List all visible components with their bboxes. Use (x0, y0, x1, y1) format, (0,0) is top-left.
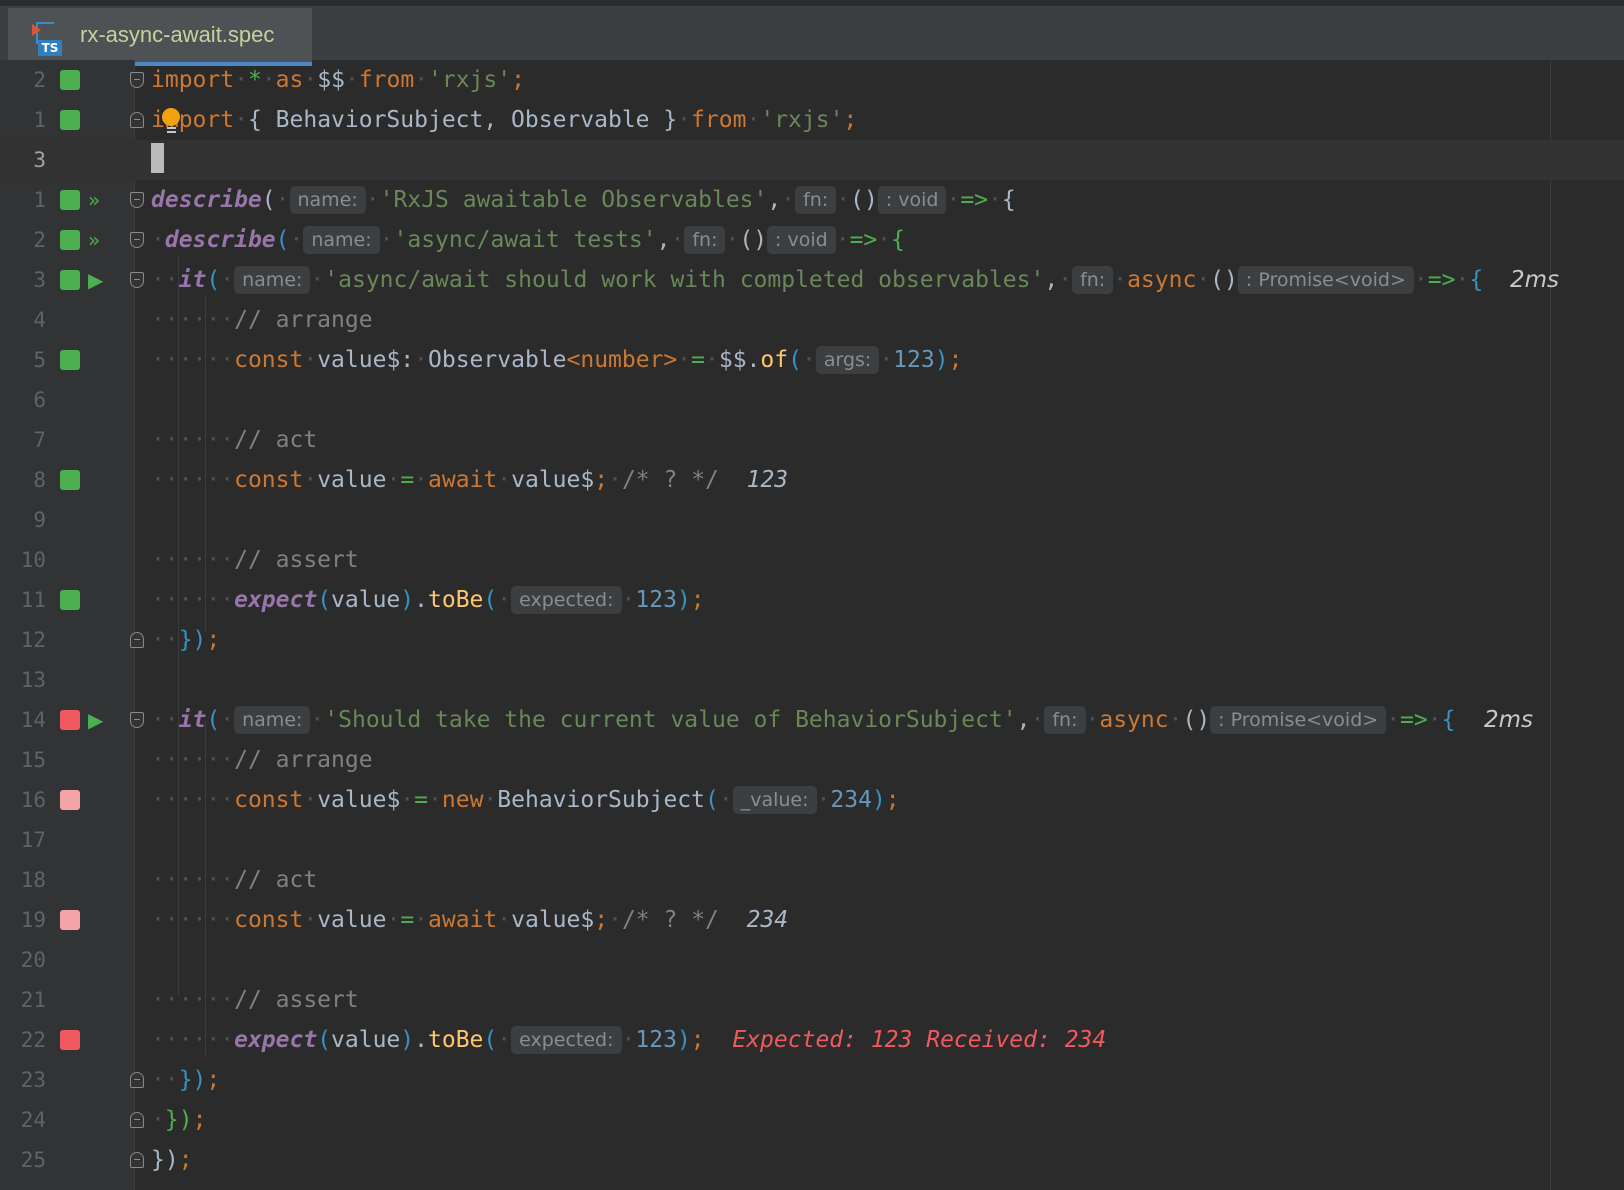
line-number: 17 (20, 828, 46, 852)
line-number: 4 (33, 308, 46, 332)
tab-rx-async-await-spec[interactable]: TS rx-async-await.spec (8, 8, 312, 62)
coverage-marker (60, 350, 80, 370)
fold-icon[interactable] (130, 1152, 144, 1168)
line-number: 5 (33, 348, 46, 372)
line-number: 10 (20, 548, 46, 572)
lightbulb-icon[interactable] (162, 108, 180, 133)
code-line: 7 ······// act (0, 420, 1624, 460)
code-line: 15 ······// arrange (0, 740, 1624, 780)
fold-icon[interactable] (130, 712, 144, 728)
code-line: 23 ··}); (0, 1060, 1624, 1100)
code-line: 18 ······// act (0, 860, 1624, 900)
line-number: 11 (20, 588, 46, 612)
code-line: 5 ······const·value$:·Observable<number>… (0, 340, 1624, 380)
inline-result: 234 (746, 907, 789, 933)
line-number: 23 (20, 1068, 46, 1092)
coverage-marker (60, 270, 80, 290)
coverage-marker (60, 230, 80, 250)
code-line: 8 ······const·value·=·await·value$;·/* ?… (0, 460, 1624, 500)
line-number: 1 (33, 188, 46, 212)
fold-icon[interactable] (130, 632, 144, 648)
fold-icon[interactable] (130, 232, 144, 248)
code-line: 6 (0, 380, 1624, 420)
line-number: 25 (20, 1148, 46, 1172)
editor-tab-bar: TS rx-async-await.spec (0, 0, 1624, 66)
line-number: 16 (20, 788, 46, 812)
fold-icon[interactable] (130, 1112, 144, 1128)
code-line: 9 (0, 500, 1624, 540)
line-number: 18 (20, 868, 46, 892)
line-number: 9 (33, 508, 46, 532)
code-line: 3 ▶ ··it(· name: ·'async/await should work… (0, 260, 1624, 300)
coverage-marker (60, 70, 80, 90)
test-duration: 2ms (1510, 267, 1560, 293)
line-number: 8 (33, 468, 46, 492)
line-number: 7 (33, 428, 46, 452)
line-number: 12 (20, 628, 46, 652)
coverage-marker (60, 110, 80, 130)
fold-icon[interactable] (130, 192, 144, 208)
line-number: 20 (20, 948, 46, 972)
code-line: 16 ······const·value$·=·new·BehaviorSubj… (0, 780, 1624, 820)
line-number: 24 (20, 1108, 46, 1132)
run-test-icon[interactable]: ▶ (88, 708, 112, 732)
code-line: 2 » ·describe(· name: ·'async/await tests'… (0, 220, 1624, 260)
line-number: 15 (20, 748, 46, 772)
code-line: 3 (0, 140, 1624, 180)
line-number: 13 (20, 668, 46, 692)
code-line: 2 import·*·as·$$·from·'rxjs'; (0, 60, 1624, 100)
inline-result: 123 (746, 467, 789, 493)
code-line: 19 ······const·value·=·await·value$;·/* … (0, 900, 1624, 940)
fold-icon[interactable] (130, 1072, 144, 1088)
typescript-file-icon: TS (32, 22, 62, 56)
code-line: 12 ··}); (0, 620, 1624, 660)
test-duration: 2ms (1484, 707, 1534, 733)
text-caret (151, 143, 164, 173)
run-all-tests-icon[interactable]: » (88, 188, 112, 212)
line-number: 2 (33, 68, 46, 92)
fold-icon[interactable] (130, 112, 144, 128)
coverage-marker (60, 470, 80, 490)
inline-error-message: Expected: 123 Received: 234 (732, 1027, 1107, 1053)
line-number: 22 (20, 1028, 46, 1052)
code-line: 13 (0, 660, 1624, 700)
code-line: 11 ······expect(value).toBe(· expected: ·1… (0, 580, 1624, 620)
code-editor[interactable]: 2 import·*·as·$$·from·'rxjs'; 1 import·{… (0, 60, 1624, 1190)
code-line: 22 ······expect(value).toBe(· expected: ·1… (0, 1020, 1624, 1060)
code-line: 14 ▶ ··it(· name: ·'Should take the curren… (0, 700, 1624, 740)
coverage-marker (60, 710, 80, 730)
line-number: 6 (33, 388, 46, 412)
code-line: 10 ······// assert (0, 540, 1624, 580)
fold-icon[interactable] (130, 72, 144, 88)
line-number: 1 (33, 108, 46, 132)
fold-icon[interactable] (130, 272, 144, 288)
code-line: 25 }); (0, 1140, 1624, 1180)
coverage-marker (60, 590, 80, 610)
run-all-tests-icon[interactable]: » (88, 228, 112, 252)
coverage-marker (60, 790, 80, 810)
line-number: 2 (33, 228, 46, 252)
code-line: 17 (0, 820, 1624, 860)
line-number: 21 (20, 988, 46, 1012)
code-line: 4 ······// arrange (0, 300, 1624, 340)
coverage-marker (60, 190, 80, 210)
code-line: 1 import·{ BehaviorSubject, Observable }… (0, 100, 1624, 140)
line-number: 14 (20, 708, 46, 732)
line-number: 3 (33, 268, 46, 292)
code-line: 1 » describe(· name: ·'RxJS awaitable Obse… (0, 180, 1624, 220)
code-line: 21 ······// assert (0, 980, 1624, 1020)
code-line: 24 ·}); (0, 1100, 1624, 1140)
coverage-marker (60, 1030, 80, 1050)
coverage-marker (60, 910, 80, 930)
line-number: 19 (20, 908, 46, 932)
code-line: 20 (0, 940, 1624, 980)
line-number: 3 (33, 148, 46, 172)
tab-label: rx-async-await.spec (80, 22, 275, 47)
run-test-icon[interactable]: ▶ (88, 268, 112, 292)
